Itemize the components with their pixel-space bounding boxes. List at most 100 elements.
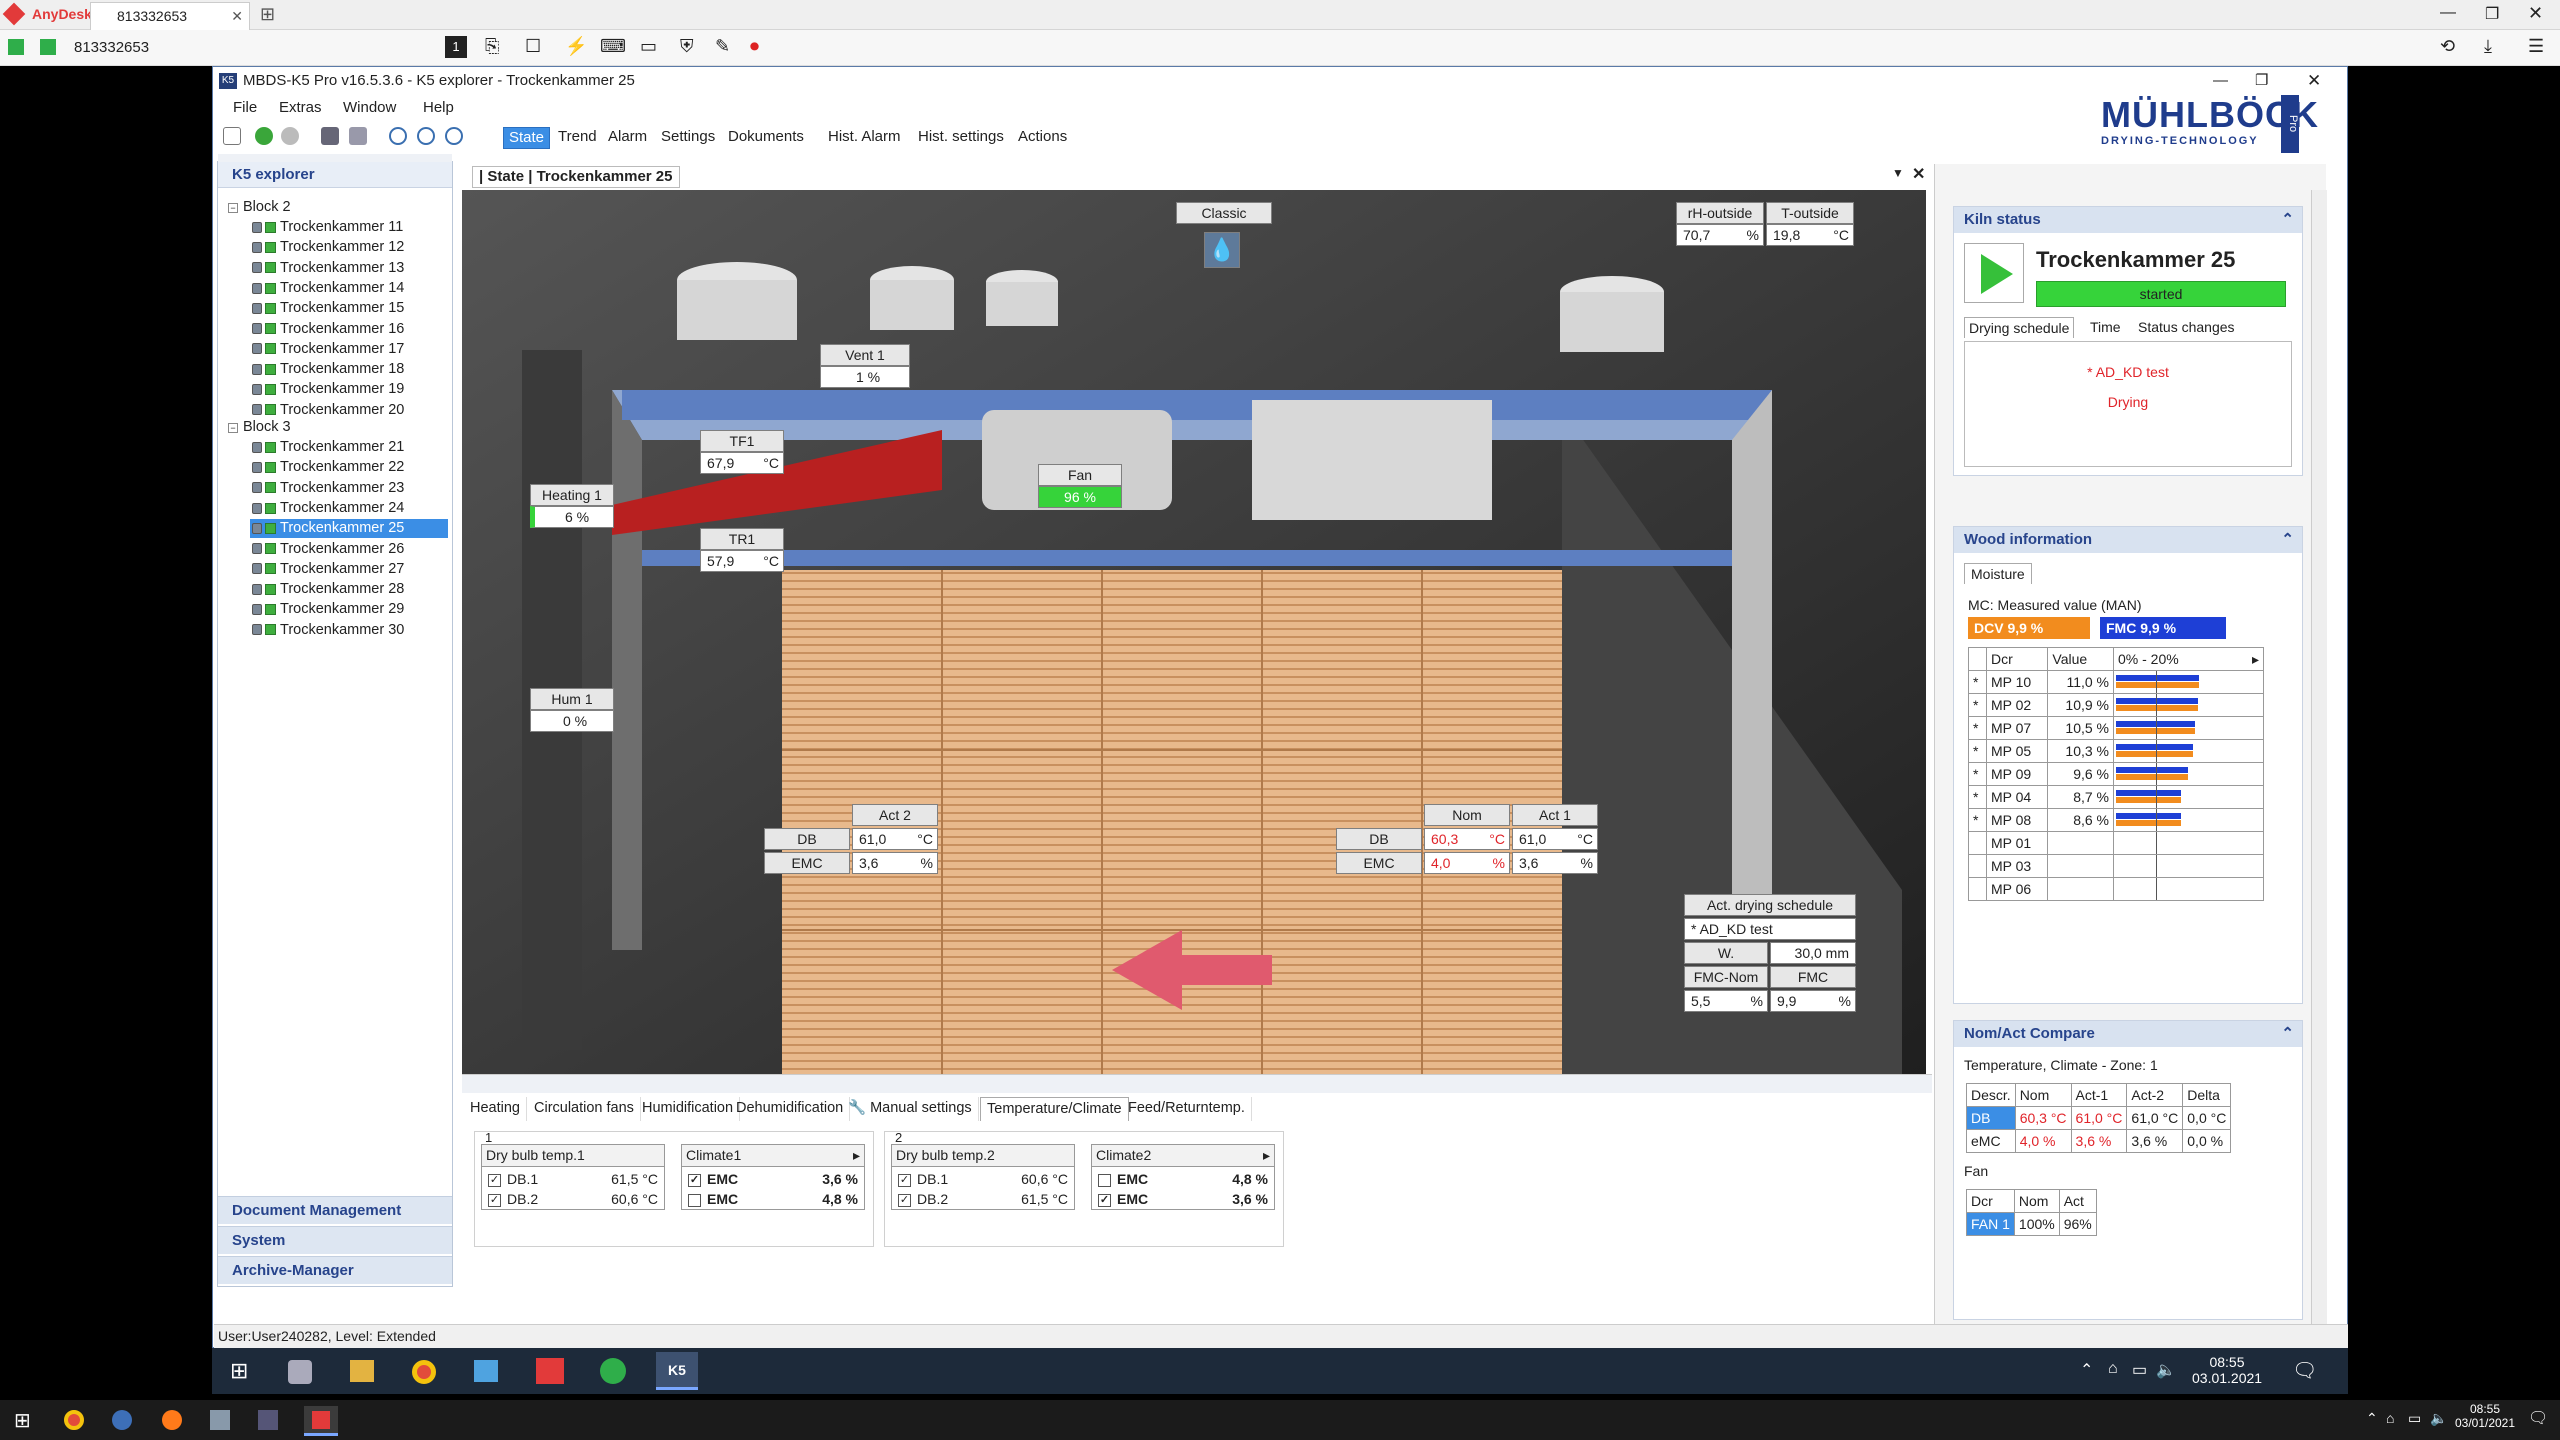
toolbar-alarm[interactable]: Alarm: [603, 127, 652, 149]
moisture-row[interactable]: MP 03: [1968, 854, 2264, 878]
tab-temperature-climate[interactable]: Temperature/Climate: [980, 1097, 1129, 1121]
tab-state-trockenkammer-25[interactable]: | State | Trockenkammer 25: [472, 166, 680, 188]
minimize-icon[interactable]: —: [2440, 4, 2456, 22]
k5-taskbar-icon[interactable]: K5: [656, 1352, 698, 1390]
tree-item-trockenkammer-26[interactable]: Trockenkammer 26: [250, 540, 448, 559]
nom-act-compare-header[interactable]: Nom/Act Compare ⌃: [1954, 1021, 2302, 1047]
nav-document-management[interactable]: Document Management: [218, 1196, 452, 1224]
db2-row[interactable]: ✓ DB.2 61,5 °C: [898, 1189, 1068, 1209]
record-icon[interactable]: ⏺: [750, 36, 759, 57]
anydesk-session-tab[interactable]: 813332653 ✕: [90, 2, 250, 30]
checkbox-checked[interactable]: ✓: [898, 1173, 911, 1187]
chat-icon[interactable]: ☐: [525, 36, 541, 57]
row-marker[interactable]: [1968, 877, 1987, 901]
fan-row[interactable]: FAN 1 100% 96%: [1966, 1212, 2097, 1236]
tab-humidification[interactable]: Humidification: [636, 1097, 741, 1121]
tree-item-trockenkammer-20[interactable]: Trockenkammer 20: [250, 401, 448, 420]
collapse-icon[interactable]: ⌃: [2281, 527, 2302, 553]
checkbox-checked[interactable]: ✓: [488, 1193, 501, 1207]
tree-item-trockenkammer-28[interactable]: Trockenkammer 28: [250, 580, 448, 599]
keyboard-icon[interactable]: ⌨: [600, 36, 626, 57]
zoom-icon[interactable]: [389, 127, 407, 145]
emc-row-1[interactable]: EMC 4,8 %: [1098, 1169, 1268, 1189]
tray-chevron-icon[interactable]: ⌃: [2366, 1410, 2378, 1427]
restore-icon[interactable]: ❐: [2255, 67, 2268, 95]
row-marker[interactable]: *: [1968, 716, 1987, 740]
address-field[interactable]: 813332653: [74, 39, 149, 56]
draw-icon[interactable]: ✎: [715, 36, 730, 57]
zoom-in-icon[interactable]: [417, 127, 435, 145]
nav-system[interactable]: System: [218, 1226, 452, 1254]
tree-item-trockenkammer-12[interactable]: Trockenkammer 12: [250, 238, 448, 257]
tree-block-2[interactable]: − Block 2: [228, 198, 291, 217]
close-icon[interactable]: ✕: [231, 3, 243, 29]
windows-start-icon[interactable]: ⊞: [230, 1358, 248, 1384]
new-tab-icon[interactable]: ⊞: [260, 4, 275, 25]
climate-1-header[interactable]: Climate1 ▸: [682, 1145, 864, 1167]
tree-item-trockenkammer-14[interactable]: Trockenkammer 14: [250, 279, 448, 298]
tree-item-trockenkammer-15[interactable]: Trockenkammer 15: [250, 299, 448, 318]
moisture-row[interactable]: * MP 04 8,7 %: [1968, 785, 2264, 809]
privacy-icon[interactable]: ⛨: [680, 36, 694, 57]
water-drop-icon[interactable]: 💧: [1204, 232, 1240, 268]
db2-row[interactable]: ✓ DB.2 60,6 °C: [488, 1189, 658, 1209]
tab-heating[interactable]: Heating: [464, 1097, 527, 1121]
close-tab-icon[interactable]: ✕: [1912, 164, 1925, 184]
remote-clock[interactable]: 08:55 03.01.2021: [2192, 1354, 2262, 1386]
tab-drying-schedule[interactable]: Drying schedule: [1964, 317, 2075, 338]
back-icon[interactable]: [255, 127, 273, 145]
tree-item-trockenkammer-27[interactable]: Trockenkammer 27: [250, 560, 448, 579]
tab-circulation-fans[interactable]: Circulation fans: [528, 1097, 641, 1121]
emc-label-zone-1[interactable]: EMC: [1336, 852, 1422, 874]
row-marker[interactable]: *: [1968, 693, 1987, 717]
file-explorer-icon[interactable]: [350, 1360, 374, 1382]
minimize-icon[interactable]: —: [2213, 67, 2228, 95]
tab-moisture[interactable]: Moisture: [1964, 563, 2032, 584]
expand-icon[interactable]: ▸: [853, 1145, 864, 1165]
close-window-icon[interactable]: ✕: [2528, 3, 2543, 24]
toolbar-hist-alarm[interactable]: Hist. Alarm: [823, 127, 906, 149]
expand-icon[interactable]: ▸: [1263, 1145, 1274, 1165]
close-icon[interactable]: ✕: [2307, 67, 2321, 95]
tree-item-trockenkammer-25[interactable]: Trockenkammer 25: [250, 519, 448, 539]
chrome-icon[interactable]: [412, 1360, 436, 1384]
menu-extras[interactable]: Extras: [279, 99, 322, 116]
collapse-icon[interactable]: ⌃: [2281, 1021, 2302, 1047]
checkbox-checked[interactable]: ✓: [688, 1173, 701, 1187]
moisture-row[interactable]: * MP 09 9,6 %: [1968, 762, 2264, 786]
right-panel-scrollbar[interactable]: [2311, 190, 2327, 1326]
wood-information-header[interactable]: Wood information ⌃: [1954, 527, 2302, 553]
row-marker[interactable]: *: [1968, 739, 1987, 763]
settings-splitter[interactable]: [462, 1075, 1932, 1093]
tree-item-trockenkammer-16[interactable]: Trockenkammer 16: [250, 320, 448, 339]
calculator-icon[interactable]: [210, 1410, 230, 1430]
tree-item-trockenkammer-11[interactable]: Trockenkammer 11: [250, 218, 448, 237]
windows-start-icon[interactable]: ⊞: [14, 1408, 31, 1433]
print-preview-icon[interactable]: [349, 127, 367, 145]
tree-item-trockenkammer-18[interactable]: Trockenkammer 18: [250, 360, 448, 379]
collapse-icon[interactable]: ⌃: [2281, 207, 2302, 233]
monitor-icon[interactable]: 1: [445, 36, 467, 58]
new-doc-icon[interactable]: [223, 127, 241, 145]
row-marker[interactable]: *: [1968, 762, 1987, 786]
tab-feed-returntemp[interactable]: Feed/Returntemp.: [1122, 1097, 1252, 1121]
checkbox-checked[interactable]: ✓: [488, 1173, 501, 1187]
taskbar-app-icon[interactable]: [288, 1360, 312, 1384]
row-marker[interactable]: [1968, 831, 1987, 855]
wifi-icon[interactable]: ▭: [2408, 1410, 2421, 1427]
fmc-label[interactable]: FMC: [1770, 966, 1856, 988]
checkbox-checked[interactable]: ✓: [898, 1193, 911, 1207]
network-icon[interactable]: ⌂: [2108, 1360, 2118, 1378]
row-marker[interactable]: *: [1968, 808, 1987, 832]
tab-menu-icon[interactable]: ▼: [1892, 166, 1904, 180]
green-app-icon[interactable]: [600, 1358, 626, 1384]
notification-icon[interactable]: 🗨: [2528, 1408, 2548, 1428]
row-marker[interactable]: *: [1968, 785, 1987, 809]
moisture-row[interactable]: * MP 10 11,0 %: [1968, 670, 2264, 694]
laptop-app-icon[interactable]: [474, 1360, 498, 1382]
kiln-status-header[interactable]: Kiln status ⌃: [1954, 207, 2302, 233]
tab-status-changes[interactable]: Status changes: [2138, 319, 2235, 335]
emc-row-2[interactable]: EMC 4,8 %: [688, 1189, 858, 1209]
menu-icon[interactable]: ☰: [2528, 36, 2544, 57]
tab-dehumidification[interactable]: Dehumidification: [730, 1097, 851, 1121]
